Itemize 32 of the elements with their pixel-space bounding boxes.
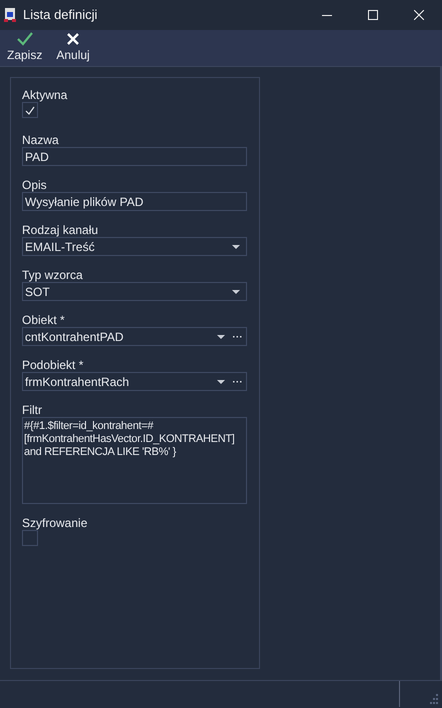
input-field[interactable]: PAD bbox=[22, 147, 247, 166]
field-label: Aktywna bbox=[22, 89, 68, 102]
caret-icon bbox=[232, 244, 240, 248]
dropdown-field[interactable]: EMAIL-Treść bbox=[22, 237, 247, 256]
field-label: Filtr bbox=[22, 404, 43, 417]
text-area[interactable]: #{#1.$filter=id_kontrahent=# [frmKontrahentHasVector.ID_KONTRAHENT] and REFERENCJA LIKE 'RB%' } bbox=[22, 417, 247, 504]
field-label: Rodzaj kanału bbox=[22, 224, 100, 237]
checkbox[interactable] bbox=[22, 530, 38, 546]
caret-icon bbox=[232, 290, 240, 294]
check-icon bbox=[16, 32, 33, 46]
input-field[interactable]: Wysyłanie plików PAD bbox=[22, 192, 247, 211]
caret-icon bbox=[217, 380, 225, 384]
field-label: Szyfrowanie bbox=[22, 517, 88, 530]
checkbox[interactable] bbox=[22, 102, 38, 118]
field-label: Typ wzorca bbox=[22, 269, 84, 282]
dropdown-field[interactable]: frmKontrahentRach bbox=[22, 372, 247, 391]
field-label: Obiekt * bbox=[22, 314, 66, 327]
dropdown-field[interactable]: cntKontrahentPAD bbox=[22, 327, 247, 346]
caret-icon bbox=[217, 334, 225, 338]
resize-grip-icon bbox=[428, 694, 438, 704]
window-title: Lista definicji bbox=[23, 6, 98, 24]
close-icon bbox=[67, 32, 80, 46]
app-icon bbox=[3, 7, 17, 23]
check-icon bbox=[25, 106, 35, 114]
dropdown-field[interactable]: SOT bbox=[22, 282, 247, 301]
close-icon bbox=[414, 10, 424, 20]
field-label: Nazwa bbox=[22, 134, 60, 147]
field-label: Opis bbox=[22, 179, 48, 192]
save-button[interactable]: Zapisz bbox=[6, 30, 44, 62]
field-label: Podobiekt * bbox=[22, 359, 84, 372]
maximize-icon bbox=[368, 10, 378, 20]
cancel-button[interactable]: Anuluj bbox=[55, 30, 91, 62]
